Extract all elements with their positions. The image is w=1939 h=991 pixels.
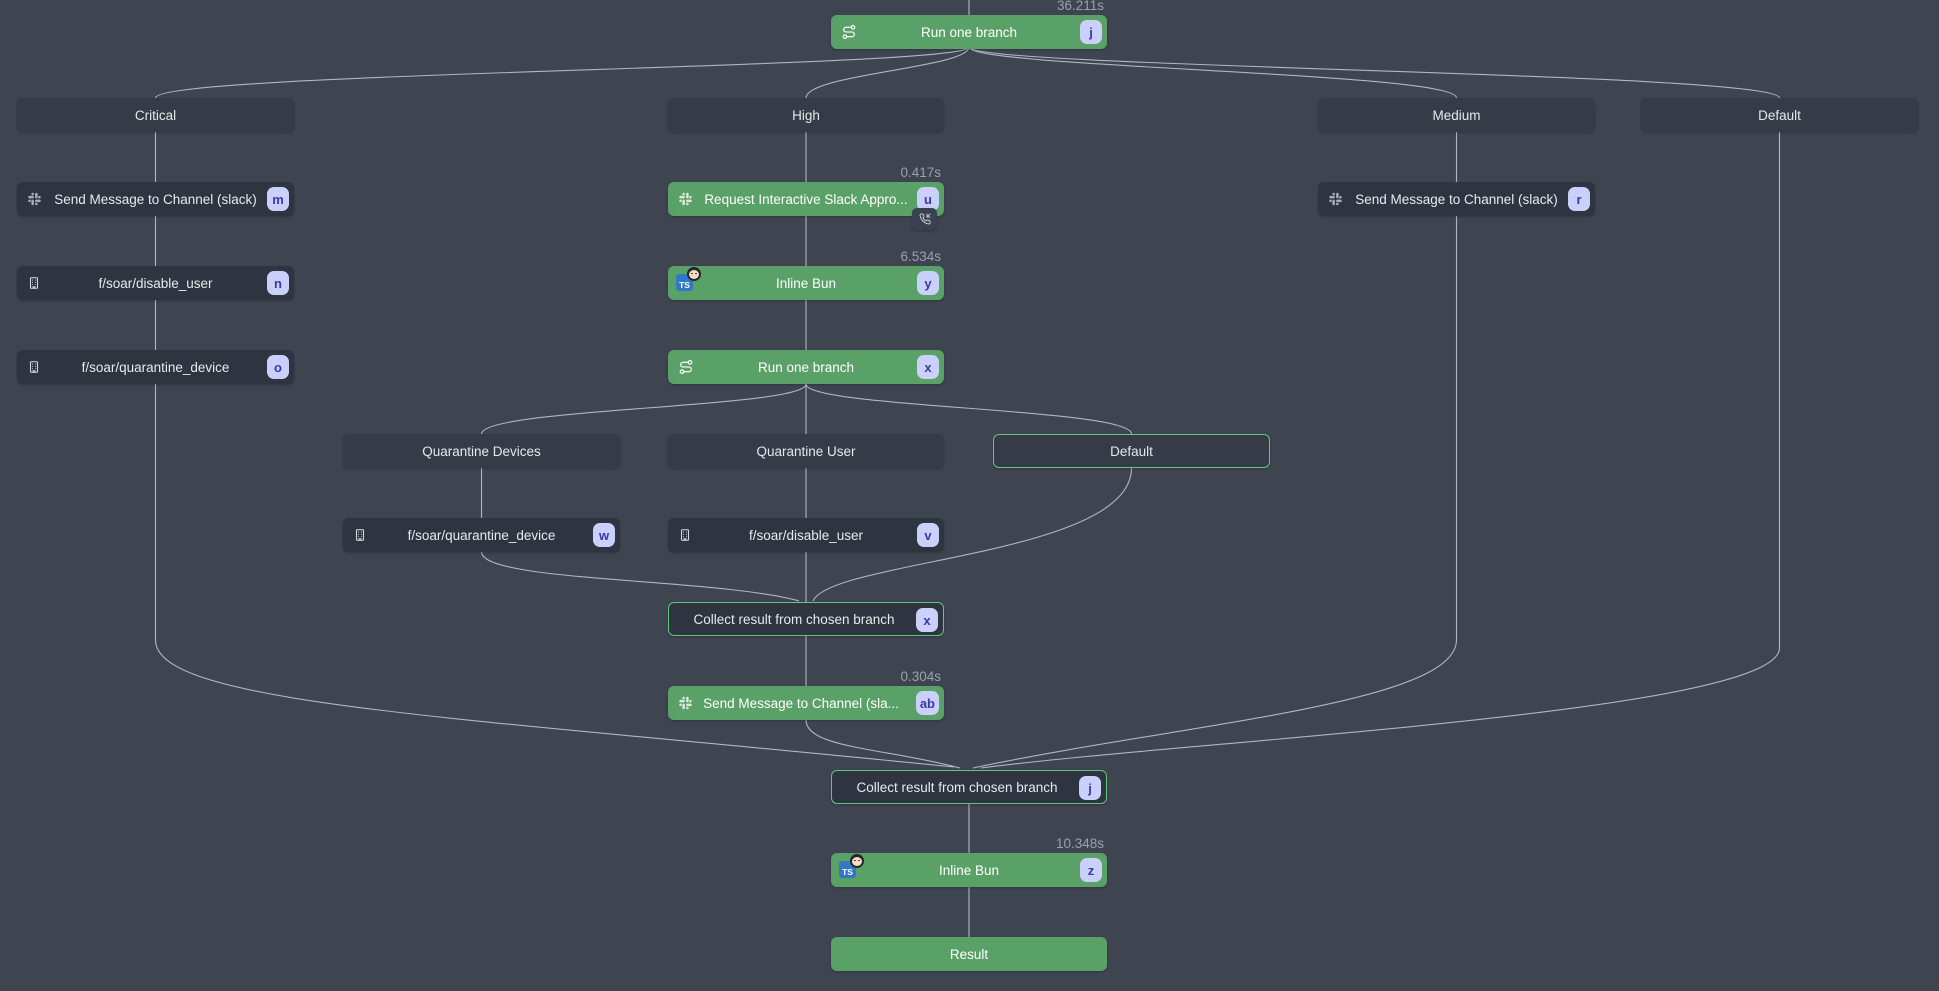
flow-graph-canvas: 36.211s Run one branch j Critical High M… <box>0 0 1939 991</box>
edge <box>482 552 800 601</box>
flow-node-collect-result-inner[interactable]: Collect result from chosen branch x <box>668 602 944 636</box>
node-id-badge: ab <box>916 691 939 715</box>
flow-node-send-message-high[interactable]: 0.304s Send Message to Channel (sla... a… <box>668 686 944 720</box>
node-label: Send Message to Channel (slack) <box>45 192 266 207</box>
branch-label: Default <box>1651 108 1908 123</box>
node-id-badge: z <box>1080 858 1102 882</box>
node-id-badge: w <box>593 523 615 547</box>
branch-label: Quarantine Devices <box>353 444 610 459</box>
suspend-approval-chip[interactable] <box>912 208 937 230</box>
edge <box>969 47 1457 98</box>
flow-node-collect-result-outer[interactable]: Collect result from chosen branch j <box>831 770 1107 804</box>
flow-edges <box>0 0 1939 991</box>
flow-node-run-one-branch-top[interactable]: 36.211s Run one branch j <box>831 15 1107 49</box>
node-label: Collect result from chosen branch <box>683 612 905 627</box>
bun-icon <box>850 854 864 868</box>
bun-icon <box>687 267 701 281</box>
node-id-badge: r <box>1568 187 1590 211</box>
branch-header-high[interactable]: High <box>668 98 944 132</box>
branch-label: Medium <box>1328 108 1585 123</box>
node-label: Send Message to Channel (slack) <box>1346 192 1567 207</box>
flow-node-inline-bun-high[interactable]: 6.534s TS Inline Bun y <box>668 266 944 300</box>
branch-header-default[interactable]: Default <box>1641 98 1918 132</box>
node-label: Send Message to Channel (sla... <box>698 696 904 711</box>
node-label: f/soar/quarantine_device <box>45 360 266 375</box>
flow-node-run-one-branch-inner[interactable]: Run one branch x <box>668 350 944 384</box>
typescript-icon: TS <box>676 274 693 291</box>
node-label: Run one branch <box>696 360 916 375</box>
route-branch-icon <box>678 359 694 375</box>
route-branch-icon <box>841 24 857 40</box>
workspace-script-icon <box>27 360 41 374</box>
node-label: Inline Bun <box>696 276 916 291</box>
branch-header-critical[interactable]: Critical <box>17 98 294 132</box>
workspace-script-icon <box>678 528 692 542</box>
edge <box>156 47 970 98</box>
node-id-badge: j <box>1080 20 1102 44</box>
node-label: Run one branch <box>859 25 1079 40</box>
flow-node-result[interactable]: Result <box>831 937 1107 971</box>
phone-incoming-icon <box>919 213 931 225</box>
flow-node-quarantine-device-critical[interactable]: f/soar/quarantine_device o <box>17 350 294 384</box>
flow-node-send-message-medium[interactable]: Send Message to Channel (slack) r <box>1318 182 1595 216</box>
flow-node-disable-user-critical[interactable]: f/soar/disable_user n <box>17 266 294 300</box>
node-label: Collect result from chosen branch <box>846 780 1068 795</box>
slack-icon <box>27 192 42 207</box>
typescript-icon: TS <box>839 861 856 878</box>
edge <box>806 720 960 768</box>
node-id-badge: x <box>916 608 938 632</box>
slack-icon <box>678 696 693 711</box>
slack-icon <box>1328 192 1343 207</box>
edge <box>806 47 969 98</box>
node-label: f/soar/disable_user <box>45 276 266 291</box>
edge <box>969 47 1780 98</box>
node-id-badge: n <box>267 271 289 295</box>
node-id-badge: v <box>917 523 939 547</box>
workspace-script-icon <box>27 276 41 290</box>
node-id-badge: j <box>1079 776 1101 800</box>
branch-label: High <box>678 108 934 123</box>
node-label: f/soar/disable_user <box>696 528 916 543</box>
edge <box>482 384 807 434</box>
node-id-badge: o <box>267 355 289 379</box>
flow-node-request-slack-approval[interactable]: 0.417s Request Interactive Slack Appro..… <box>668 182 944 216</box>
branch-header-medium[interactable]: Medium <box>1318 98 1595 132</box>
branch-header-quarantine-devices[interactable]: Quarantine Devices <box>343 434 620 468</box>
branch-label: Critical <box>27 108 284 123</box>
flow-node-inline-bun-final[interactable]: 10.348s TS Inline Bun z <box>831 853 1107 887</box>
branch-label: Default <box>1004 444 1259 459</box>
branch-label: Quarantine User <box>678 444 934 459</box>
edge <box>806 384 1132 434</box>
node-label: Inline Bun <box>859 863 1079 878</box>
node-id-badge: x <box>917 355 939 379</box>
flow-node-disable-user-sub[interactable]: f/soar/disable_user v <box>668 518 944 552</box>
node-id-badge: m <box>267 187 289 211</box>
node-id-badge: y <box>917 271 939 295</box>
node-label: Result <box>859 947 1079 962</box>
flow-node-send-message-critical[interactable]: Send Message to Channel (slack) m <box>17 182 294 216</box>
flow-node-quarantine-device-sub[interactable]: f/soar/quarantine_device w <box>343 518 620 552</box>
slack-icon <box>678 192 693 207</box>
workspace-script-icon <box>353 528 367 542</box>
branch-header-default-selected[interactable]: Default <box>993 434 1270 468</box>
node-label: Request Interactive Slack Appro... <box>696 192 916 207</box>
node-label: f/soar/quarantine_device <box>371 528 592 543</box>
edge <box>973 216 1457 768</box>
branch-header-quarantine-user[interactable]: Quarantine User <box>668 434 944 468</box>
